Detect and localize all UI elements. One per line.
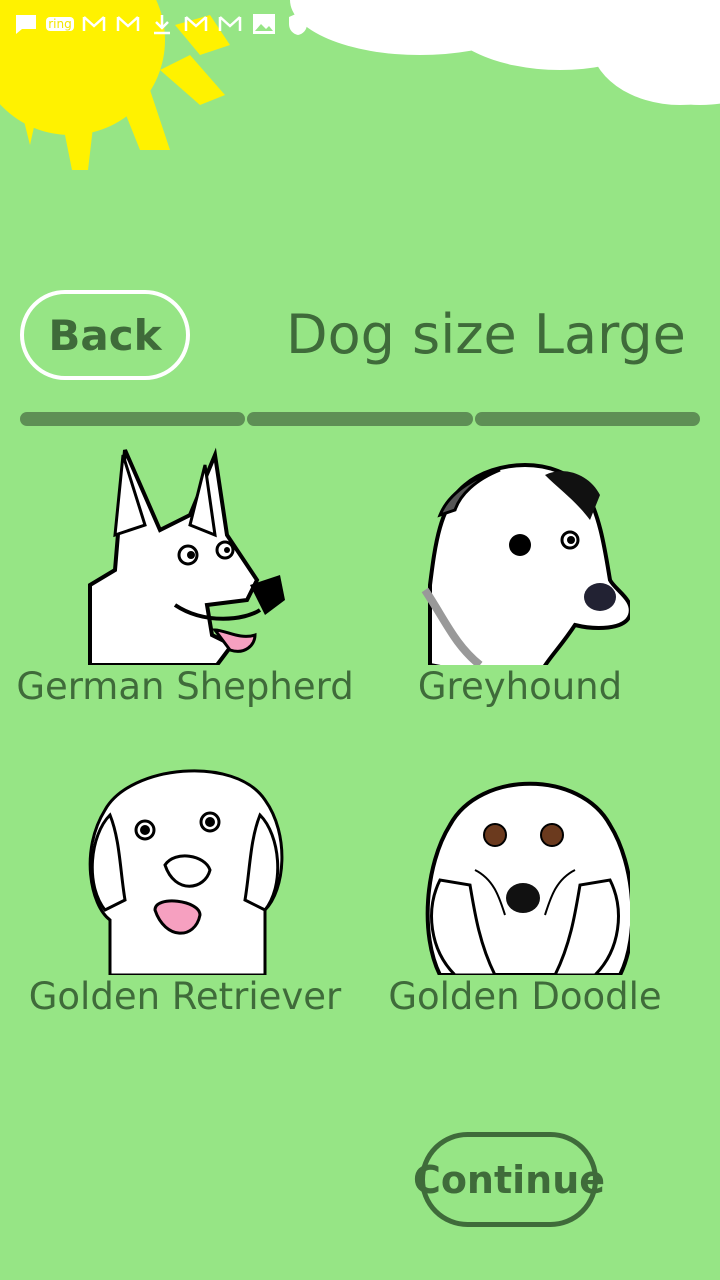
progress-segment bbox=[247, 412, 473, 426]
ring-label: ring bbox=[46, 17, 74, 31]
breed-option-golden-doodle[interactable]: Golden Doodle bbox=[345, 760, 705, 1018]
gmail-icon bbox=[82, 12, 106, 36]
german-shepherd-icon bbox=[88, 445, 285, 665]
golden-retriever-icon bbox=[88, 769, 284, 975]
shield-icon bbox=[286, 12, 310, 36]
gmail-icon bbox=[184, 12, 208, 36]
image-icon bbox=[252, 12, 276, 36]
breed-label: Golden Retriever bbox=[28, 975, 342, 1018]
gmail-icon bbox=[218, 12, 242, 36]
progress-segment bbox=[20, 412, 246, 426]
breed-label: Greyhound bbox=[417, 665, 623, 708]
download-icon bbox=[150, 12, 174, 36]
progress-bar bbox=[20, 412, 700, 426]
breed-label: German Shepherd bbox=[16, 665, 354, 708]
greyhound-icon bbox=[421, 463, 630, 665]
continue-button[interactable]: Continue bbox=[413, 1132, 605, 1227]
status-bar: ring bbox=[0, 0, 720, 48]
page-title: Dog size Large bbox=[286, 303, 686, 366]
breed-option-golden-retriever[interactable]: Golden Retriever bbox=[5, 760, 365, 1018]
breed-option-greyhound[interactable]: Greyhound bbox=[340, 445, 700, 708]
ring-icon: ring bbox=[46, 12, 74, 36]
breed-option-german-shepherd[interactable]: German Shepherd bbox=[5, 445, 365, 708]
progress-segment bbox=[474, 412, 700, 426]
breed-label: Golden Doodle bbox=[388, 975, 662, 1018]
message-icon bbox=[14, 12, 38, 36]
golden-doodle-icon bbox=[425, 781, 630, 975]
back-button[interactable]: Back bbox=[20, 290, 190, 380]
header: Back Dog size Large bbox=[0, 285, 720, 390]
gmail-icon bbox=[116, 12, 140, 36]
